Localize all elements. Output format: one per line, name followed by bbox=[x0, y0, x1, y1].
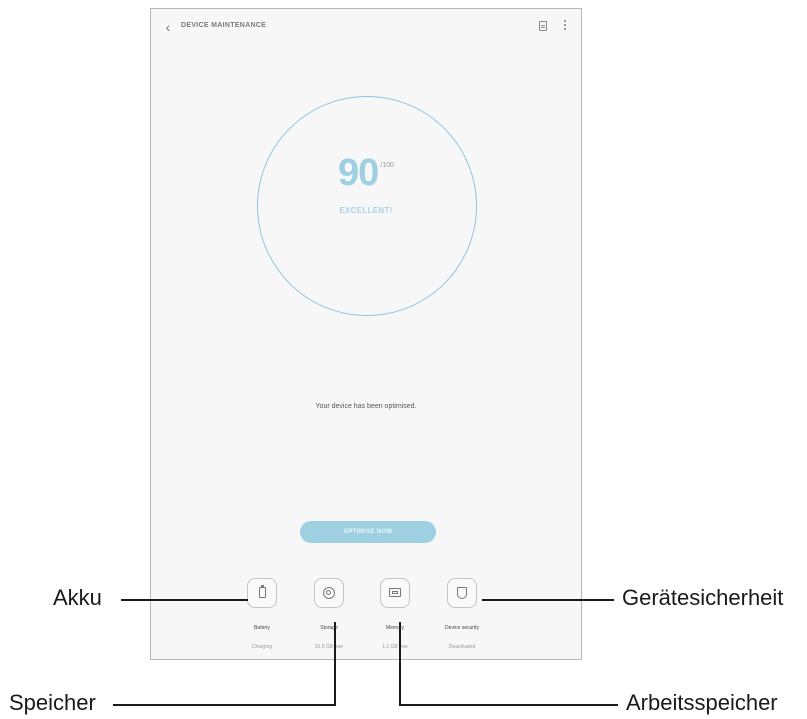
battery-value: Charging bbox=[251, 644, 273, 650]
score-max: /100 bbox=[380, 162, 394, 169]
score-status: EXCELLENT! bbox=[339, 206, 393, 215]
security-value: Deactivated bbox=[448, 644, 476, 650]
optimize-button[interactable]: OPTIMISE NOW bbox=[300, 521, 436, 543]
storage-icon bbox=[323, 587, 335, 599]
security-button[interactable] bbox=[447, 578, 477, 608]
callout-memory: Arbeitsspeicher bbox=[626, 690, 778, 715]
chevron-left-icon[interactable]: ‹ bbox=[161, 18, 175, 36]
callout-battery: Akku bbox=[53, 585, 102, 610]
shield-icon bbox=[457, 587, 467, 599]
callout-line-memory-h bbox=[399, 704, 618, 706]
security-label: Device security bbox=[445, 625, 479, 631]
page-title: DEVICE MAINTENANCE bbox=[181, 22, 267, 29]
app-bar: ‹ DEVICE MAINTENANCE bbox=[151, 9, 581, 45]
storage-value: 31.5 GB free bbox=[314, 644, 344, 650]
callout-security: Gerätesicherheit bbox=[622, 585, 784, 610]
callout-line-battery bbox=[121, 599, 248, 601]
memory-button[interactable] bbox=[380, 578, 410, 608]
more-vertical-icon[interactable] bbox=[563, 19, 567, 33]
tablet-screen: ‹ DEVICE MAINTENANCE 90/100 EXCELLENT! Y… bbox=[150, 8, 582, 660]
status-message: Your device has been optimised. bbox=[315, 403, 417, 410]
memory-label: Memory bbox=[385, 625, 405, 631]
document-icon[interactable] bbox=[539, 21, 547, 31]
battery-button[interactable] bbox=[247, 578, 277, 608]
battery-icon bbox=[259, 585, 266, 598]
score-value: 90 bbox=[338, 152, 379, 194]
callout-line-memory-v bbox=[399, 622, 401, 705]
callout-line-storage-v bbox=[334, 622, 336, 705]
callout-storage: Speicher bbox=[9, 690, 96, 715]
battery-label: Battery bbox=[254, 625, 270, 631]
callout-line-storage-h bbox=[113, 704, 336, 706]
memory-value: 1.2 GB free bbox=[382, 644, 408, 650]
callout-line-security bbox=[482, 599, 614, 601]
score-display: 90/100 bbox=[151, 152, 581, 195]
memory-icon bbox=[389, 588, 401, 597]
storage-button[interactable] bbox=[314, 578, 344, 608]
storage-label: Storage bbox=[320, 625, 338, 631]
